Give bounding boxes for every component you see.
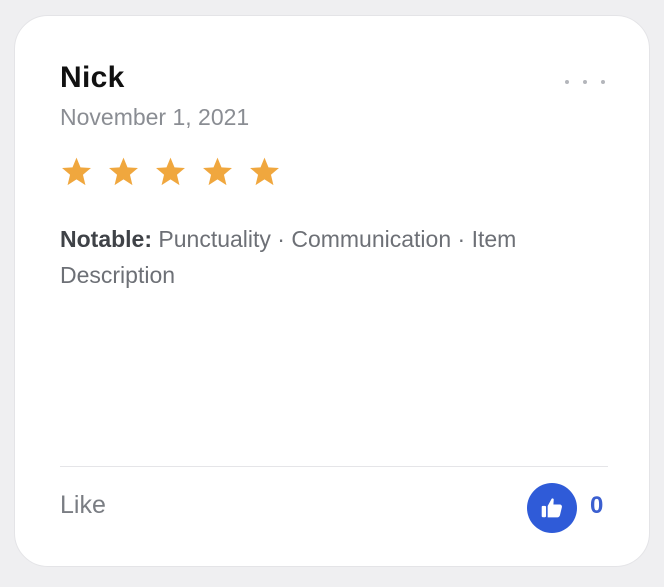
star-rating [60, 156, 281, 188]
thumbs-up-icon[interactable] [527, 483, 577, 533]
menu-dot [601, 80, 605, 84]
reviewer-name: Nick [60, 61, 125, 94]
like-count: 0 [590, 492, 604, 519]
notable-tags: Notable: Punctuality · Communication · I… [60, 221, 620, 293]
star-icon [60, 156, 93, 188]
menu-dot [565, 80, 569, 84]
more-options-icon[interactable] [565, 72, 605, 92]
star-icon [107, 156, 140, 188]
star-icon [201, 156, 234, 188]
star-icon [248, 156, 281, 188]
notable-label: Notable: [60, 226, 152, 252]
menu-dot [583, 80, 587, 84]
divider [60, 466, 608, 467]
star-icon [154, 156, 187, 188]
review-card: Nick November 1, 2021 Notable: Punctuali… [14, 15, 650, 567]
like-button[interactable]: Like [60, 491, 106, 520]
review-date: November 1, 2021 [60, 104, 250, 130]
